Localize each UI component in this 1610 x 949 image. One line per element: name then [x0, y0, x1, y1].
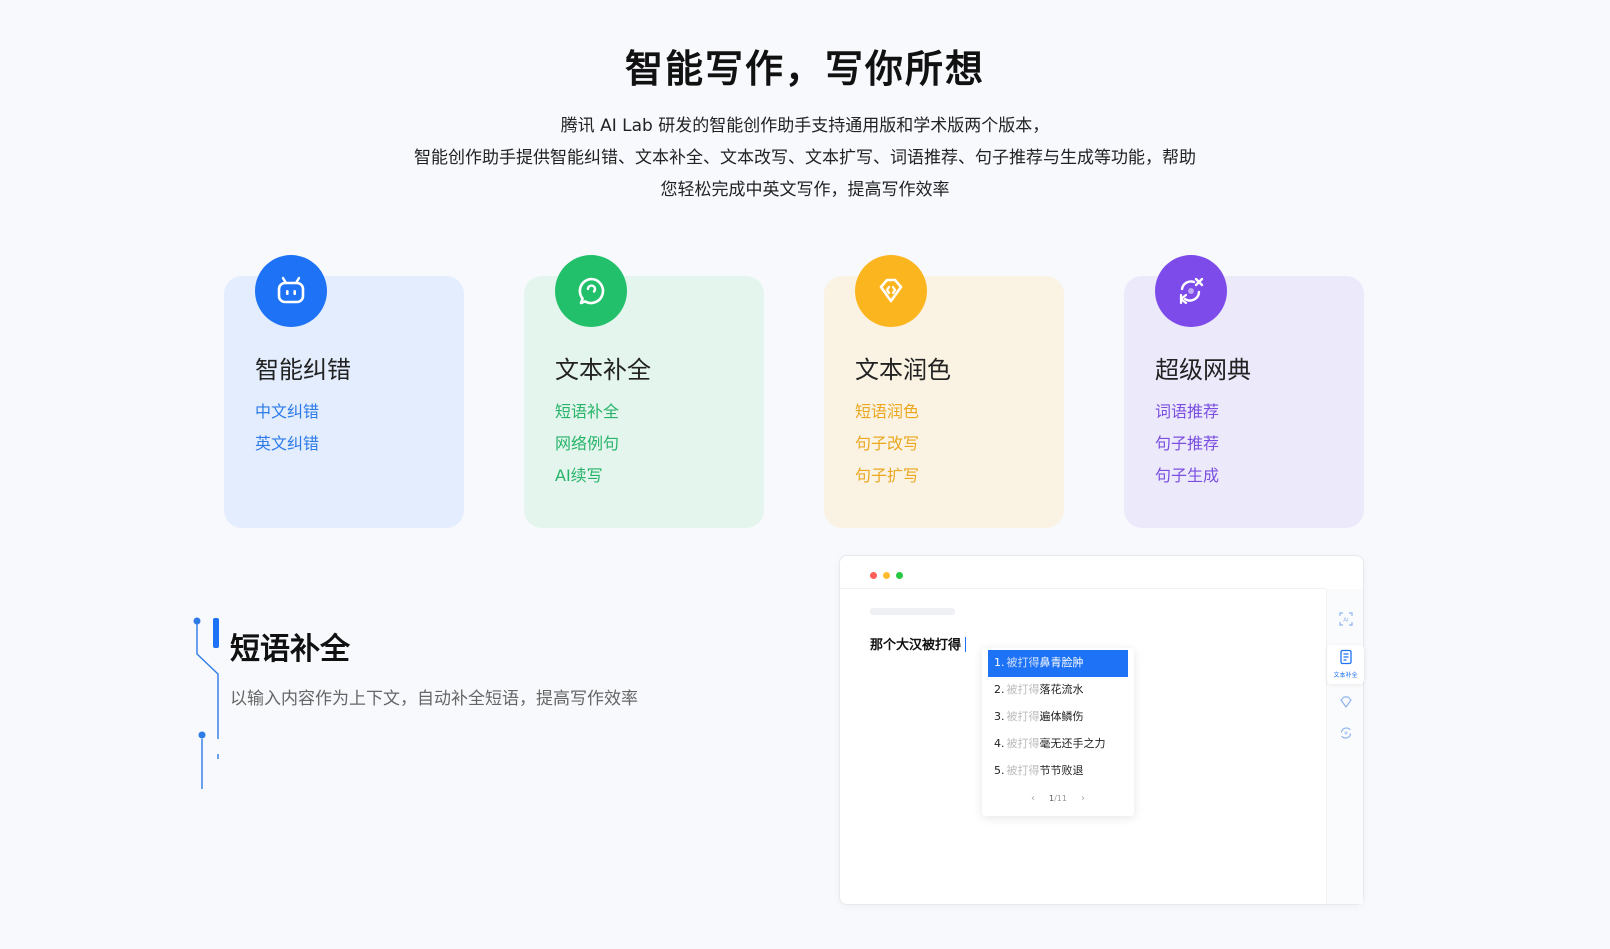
suggestion-pager: ‹ 1/11 › — [982, 793, 1134, 804]
suggestion-text: 鼻青脸肿 — [1039, 656, 1084, 669]
feature-card-dictionary: 超级网典 词语推荐 句子推荐 句子生成 — [1124, 255, 1364, 528]
suggestion-number: 1. — [994, 656, 1005, 669]
suggestion-item[interactable]: 1. 被打得鼻青脸肿 — [988, 650, 1128, 677]
timeline-decoration — [193, 617, 219, 789]
robot-face-icon — [255, 255, 327, 327]
ai-scan-icon[interactable]: AI — [1327, 611, 1364, 631]
window-controls — [870, 572, 903, 579]
feature-card-completion: 文本补全 短语补全 网络例句 AI续写 — [524, 255, 764, 528]
card-title: 文本补全 — [555, 356, 651, 384]
hero-description-line: 腾讯 AI Lab 研发的智能创作助手支持通用版和学术版两个版本， — [560, 116, 1050, 136]
card-link[interactable]: 英文纠错 — [255, 428, 319, 460]
card-title: 文本润色 — [855, 356, 951, 384]
feature-card-polish: 文本润色 短语润色 句子改写 句子扩写 — [824, 255, 1064, 528]
placeholder-bar — [870, 608, 955, 615]
chevron-left-icon[interactable]: ‹ — [1031, 793, 1035, 804]
suggestion-popup: 1. 被打得鼻青脸肿 2. 被打得落花流水 3. 被打得遍体鳞伤 4. 被打得毫无还手之… — [982, 648, 1134, 816]
suggestion-number: 5. — [994, 764, 1005, 777]
suggestion-item[interactable]: 5. 被打得节节败退 — [988, 758, 1128, 785]
card-link[interactable]: 句子改写 — [855, 428, 919, 460]
chat-bubble-icon — [555, 255, 627, 327]
page-title: 智能写作，写你所想 — [624, 47, 985, 91]
card-link[interactable]: 短语补全 — [555, 396, 619, 428]
svg-text:AI: AI — [1343, 618, 1349, 624]
card-link[interactable]: 短语润色 — [855, 396, 919, 428]
demo-window: 那个大汉被打得 1. 被打得鼻青脸肿 2. 被打得落花流水 3. 被打得遍体鳞伤 4.… — [839, 555, 1364, 905]
cycle-icon[interactable] — [1327, 725, 1364, 745]
card-title: 智能纠错 — [255, 356, 351, 384]
card-title: 超级网典 — [1155, 356, 1251, 384]
card-link[interactable]: 词语推荐 — [1155, 396, 1219, 428]
tool-rail: AI 文本补全 — [1326, 589, 1364, 904]
card-link[interactable]: 句子推荐 — [1155, 428, 1219, 460]
card-link-list: 短语润色 句子改写 句子扩写 — [855, 396, 919, 492]
feature-card-correction: 智能纠错 中文纠错 英文纠错 — [224, 255, 464, 528]
window-dot-minimize — [883, 572, 890, 579]
hero-description: 腾讯 AI Lab 研发的智能创作助手支持通用版和学术版两个版本， 智能创作助手… — [330, 110, 1280, 206]
card-link[interactable]: AI续写 — [555, 460, 619, 492]
card-link[interactable]: 句子扩写 — [855, 460, 919, 492]
editor-content[interactable]: 那个大汉被打得 — [870, 634, 967, 653]
suggestion-text: 毫无还手之力 — [1039, 737, 1106, 750]
card-link-list: 中文纠错 英文纠错 — [255, 396, 319, 460]
suggestion-number: 2. — [994, 683, 1005, 696]
card-link[interactable]: 中文纠错 — [255, 396, 319, 428]
hero-description-line: 您轻松完成中英文写作，提高写作效率 — [660, 180, 950, 200]
suggestion-item[interactable]: 3. 被打得遍体鳞伤 — [988, 704, 1128, 731]
suggestion-text: 落花流水 — [1039, 683, 1084, 696]
card-link-list: 词语推荐 句子推荐 句子生成 — [1155, 396, 1219, 492]
suggestion-prefix: 被打得 — [1006, 656, 1040, 669]
card-link[interactable]: 网络例句 — [555, 428, 619, 460]
window-dot-close — [870, 572, 877, 579]
feature-description: 以输入内容作为上下文，自动补全短语，提高写作效率 — [230, 689, 638, 709]
suggestion-number: 3. — [994, 710, 1005, 723]
card-link[interactable]: 句子生成 — [1155, 460, 1219, 492]
diamond-outline-icon[interactable] — [1327, 694, 1364, 714]
suggestion-prefix: 被打得 — [1006, 710, 1040, 723]
feature-title: 短语补全 — [230, 632, 350, 667]
diamond-tag-icon — [855, 255, 927, 327]
suggestion-text: 节节败退 — [1039, 764, 1084, 777]
suggestion-prefix: 被打得 — [1006, 683, 1040, 696]
card-link-list: 短语补全 网络例句 AI续写 — [555, 396, 619, 492]
document-icon — [1339, 649, 1352, 665]
text-caret — [965, 637, 967, 652]
rail-item-text-completion[interactable]: 文本补全 — [1327, 645, 1364, 684]
divider — [840, 588, 1326, 589]
chevron-right-icon[interactable]: › — [1081, 793, 1085, 804]
suggestion-text: 遍体鳞伤 — [1039, 710, 1084, 723]
xk-cycle-icon — [1155, 255, 1227, 327]
pager-total: 11 — [1056, 794, 1067, 803]
rail-item-label: 文本补全 — [1333, 672, 1358, 679]
suggestion-prefix: 被打得 — [1006, 764, 1040, 777]
suggestion-item[interactable]: 2. 被打得落花流水 — [988, 677, 1128, 704]
hero-description-line: 智能创作助手提供智能纠错、文本补全、文本改写、文本扩写、词语推荐、句子推荐与生成… — [414, 148, 1196, 168]
window-dot-maximize — [896, 572, 903, 579]
suggestion-prefix: 被打得 — [1006, 737, 1040, 750]
suggestion-item[interactable]: 4. 被打得毫无还手之力 — [988, 731, 1128, 758]
suggestion-number: 4. — [994, 737, 1005, 750]
editor-text: 那个大汉被打得 — [870, 638, 962, 653]
